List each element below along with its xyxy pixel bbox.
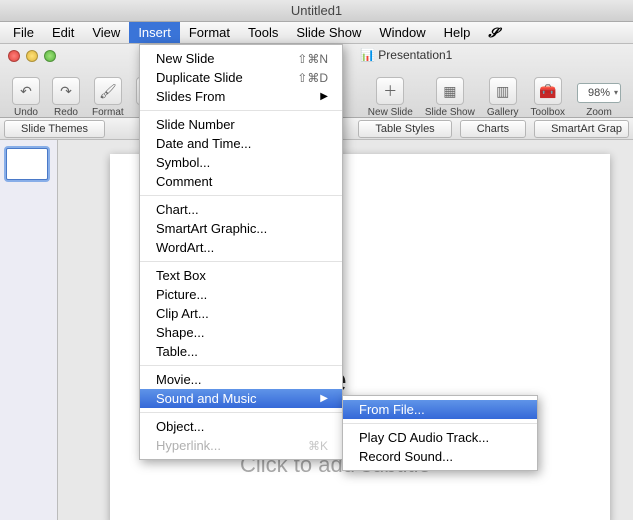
format-button[interactable]: 🖌Format — [86, 77, 130, 118]
menuitem-hyperlink: Hyperlink...⌘K — [140, 436, 342, 455]
menuitem-table[interactable]: Table... — [140, 342, 342, 361]
undo-icon: ↶ — [12, 77, 40, 105]
window-titlebar: Untitled1 — [0, 0, 633, 22]
menu-separator — [140, 365, 342, 366]
window-controls — [8, 50, 56, 62]
undo-button[interactable]: ↶Undo — [6, 77, 46, 118]
menuitem-wordart[interactable]: WordArt... — [140, 238, 342, 257]
menuitem-sound-and-music[interactable]: Sound and Music▶ — [140, 389, 342, 408]
toolbox-icon: 🧰 — [534, 77, 562, 105]
menuitem-smartart[interactable]: SmartArt Graphic... — [140, 219, 342, 238]
menuitem-from-file[interactable]: From File... — [343, 400, 537, 419]
menuitem-slide-number[interactable]: Slide Number — [140, 115, 342, 134]
menuitem-chart[interactable]: Chart... — [140, 200, 342, 219]
menuitem-movie[interactable]: Movie... — [140, 370, 342, 389]
menu-separator — [140, 110, 342, 111]
sound-and-music-submenu: From File... Play CD Audio Track... Reco… — [342, 395, 538, 471]
gallery-icon: ▥ — [489, 77, 517, 105]
window-title: Untitled1 — [291, 3, 342, 18]
insert-menu-dropdown: New Slide⇧⌘N Duplicate Slide⇧⌘D Slides F… — [139, 44, 343, 460]
zoom-control[interactable]: 98% Zoom — [571, 83, 627, 118]
menuitem-date-time[interactable]: Date and Time... — [140, 134, 342, 153]
menuitem-text-box[interactable]: Text Box — [140, 266, 342, 285]
presentation-icon: 📊 — [360, 48, 375, 62]
gallery-button[interactable]: ▥Gallery — [481, 77, 525, 118]
slide-themes-button[interactable]: Slide Themes — [4, 120, 105, 138]
slide-thumbnail-1[interactable] — [6, 148, 48, 180]
menuitem-comment[interactable]: Comment — [140, 172, 342, 191]
new-slide-button[interactable]: ＋New Slide — [362, 77, 419, 118]
document-tab-label: Presentation1 — [378, 48, 452, 62]
close-window-button[interactable] — [8, 50, 20, 62]
menu-separator — [343, 423, 537, 424]
zoom-window-button[interactable] — [44, 50, 56, 62]
menuitem-record-sound[interactable]: Record Sound... — [343, 447, 537, 466]
menu-file[interactable]: File — [4, 22, 43, 43]
submenu-arrow-icon: ▶ — [320, 393, 328, 404]
smartart-button[interactable]: SmartArt Grap — [534, 120, 629, 138]
new-slide-icon: ＋ — [376, 77, 404, 105]
menu-format[interactable]: Format — [180, 22, 239, 43]
menu-edit[interactable]: Edit — [43, 22, 83, 43]
menuitem-new-slide[interactable]: New Slide⇧⌘N — [140, 49, 342, 68]
menuitem-play-cd-audio[interactable]: Play CD Audio Track... — [343, 428, 537, 447]
format-brush-icon: 🖌 — [94, 77, 122, 105]
menu-separator — [140, 261, 342, 262]
document-tab[interactable]: 📊 Presentation1 — [350, 46, 462, 64]
slide-show-icon: ▦ — [436, 77, 464, 105]
charts-button[interactable]: Charts — [460, 120, 526, 138]
menuitem-clip-art[interactable]: Clip Art... — [140, 304, 342, 323]
menuitem-slides-from[interactable]: Slides From▶ — [140, 87, 342, 106]
zoom-field[interactable]: 98% — [577, 83, 621, 103]
toolbox-button[interactable]: 🧰Toolbox — [525, 77, 571, 118]
menu-script-icon[interactable]: 𝓢 — [479, 22, 507, 43]
submenu-arrow-icon: ▶ — [320, 91, 328, 102]
slide-thumbnail-panel — [0, 140, 58, 520]
menuitem-object[interactable]: Object... — [140, 417, 342, 436]
menu-view[interactable]: View — [83, 22, 129, 43]
menu-tools[interactable]: Tools — [239, 22, 287, 43]
menuitem-shape[interactable]: Shape... — [140, 323, 342, 342]
menu-separator — [140, 195, 342, 196]
redo-icon: ↷ — [52, 77, 80, 105]
table-styles-button[interactable]: Table Styles — [358, 120, 451, 138]
menu-insert[interactable]: Insert — [129, 22, 180, 43]
redo-button[interactable]: ↷Redo — [46, 77, 86, 118]
minimize-window-button[interactable] — [26, 50, 38, 62]
menu-slideshow[interactable]: Slide Show — [287, 22, 370, 43]
slide-show-button[interactable]: ▦Slide Show — [419, 77, 481, 118]
menuitem-picture[interactable]: Picture... — [140, 285, 342, 304]
menu-help[interactable]: Help — [435, 22, 480, 43]
menu-separator — [140, 412, 342, 413]
menuitem-symbol[interactable]: Symbol... — [140, 153, 342, 172]
menuitem-duplicate-slide[interactable]: Duplicate Slide⇧⌘D — [140, 68, 342, 87]
menubar: File Edit View Insert Format Tools Slide… — [0, 22, 633, 44]
menu-window[interactable]: Window — [370, 22, 434, 43]
